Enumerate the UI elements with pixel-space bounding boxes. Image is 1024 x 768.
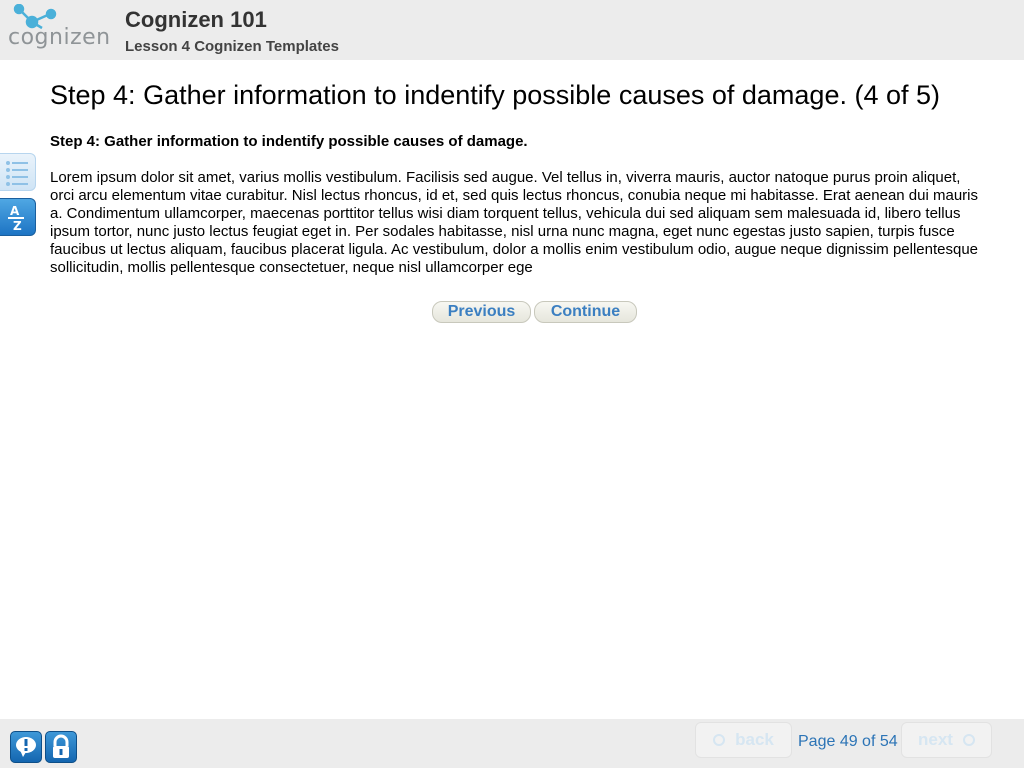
glossary-button[interactable]: A Z [0,198,36,236]
help-icon [16,737,36,757]
back-button-label: back [735,730,774,749]
continue-button[interactable]: Continue [534,301,637,323]
back-arrow-icon [713,734,726,746]
lock-button[interactable] [45,731,77,763]
previous-button[interactable]: Previous [432,301,531,323]
header-bar: cognizen Cognizen 101 Lesson 4 Cognizen … [0,0,1024,60]
next-arrow-icon [962,734,975,746]
glossary-letter-z: Z [13,219,22,233]
page-counter: Page 49 of 54 [798,733,898,750]
list-icon [6,161,28,186]
az-glossary-icon: A Z [8,204,24,233]
next-button-label: next [918,730,953,749]
lesson-title: Lesson 4 Cognizen Templates [125,38,339,55]
course-title: Cognizen 101 [125,7,267,32]
next-button[interactable]: next [901,722,992,758]
table-of-contents-button[interactable] [0,153,36,191]
help-button[interactable] [10,731,42,763]
content-subtitle: Step 4: Gather information to indentify … [50,133,528,150]
glossary-letter-a: A [10,204,20,218]
logo-text: cognizen [8,25,111,50]
content-body: Lorem ipsum dolor sit amet, varius molli… [50,169,979,276]
cognizen-logo: cognizen [8,4,111,50]
back-button[interactable]: back [695,722,792,758]
page-title: Step 4: Gather information to indentify … [50,80,940,110]
lock-icon [53,734,69,758]
